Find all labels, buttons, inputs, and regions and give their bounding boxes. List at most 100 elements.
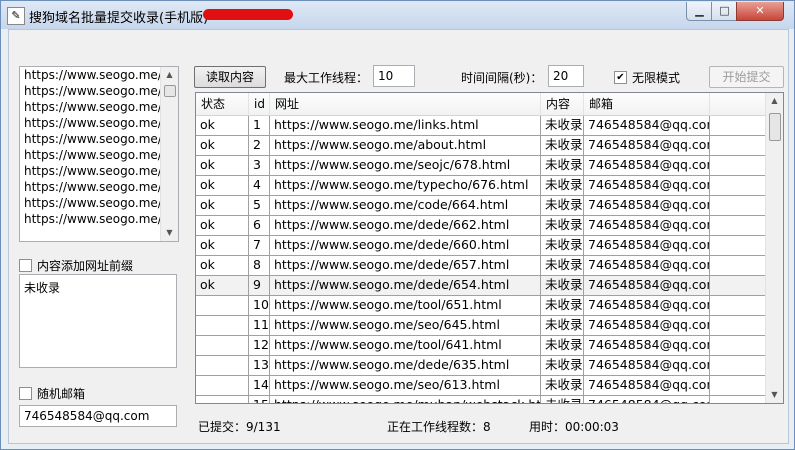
url-cell[interactable]: https://www.seogo.me/seo/613.html xyxy=(270,376,541,395)
email-cell[interactable]: 746548584@qq.com xyxy=(584,296,710,315)
email-cell[interactable]: 746548584@qq.com xyxy=(584,196,710,215)
status-cell[interactable]: ok xyxy=(196,156,249,175)
title-bar[interactable]: ✎ 搜狗域名批量提交收录(手机版) ▁ □ ✕ xyxy=(1,1,794,29)
id-cell[interactable]: 4 xyxy=(249,176,270,195)
email-cell[interactable]: 746548584@qq.com xyxy=(584,156,710,175)
scroll-down-icon[interactable]: ▼ xyxy=(766,387,783,403)
email-cell[interactable]: 746548584@qq.com xyxy=(584,276,710,295)
scroll-thumb[interactable] xyxy=(164,85,176,97)
email-cell[interactable]: 746548584@qq.com xyxy=(584,256,710,275)
id-cell[interactable]: 13 xyxy=(249,356,270,375)
app-icon[interactable]: ✎ xyxy=(7,7,25,25)
checkbox-icon[interactable]: ✔ xyxy=(614,71,627,84)
start-submit-button[interactable]: 开始提交 xyxy=(709,66,784,88)
content-cell[interactable]: 未收录 xyxy=(541,316,584,335)
email-cell[interactable]: 746548584@qq.com xyxy=(584,396,710,403)
url-cell[interactable]: https://www.seogo.me/dede/654.html xyxy=(270,276,541,295)
url-cell[interactable]: https://www.seogo.me/seo/645.html xyxy=(270,316,541,335)
column-header[interactable]: 内容 xyxy=(541,93,584,115)
content-cell[interactable]: 未收录 xyxy=(541,236,584,255)
email-cell[interactable]: 746548584@qq.com xyxy=(584,376,710,395)
status-cell[interactable]: ok xyxy=(196,256,249,275)
id-cell[interactable]: 10 xyxy=(249,296,270,315)
email-cell[interactable]: 746548584@qq.com xyxy=(584,236,710,255)
content-cell[interactable]: 未收录 xyxy=(541,196,584,215)
random-email-checkbox[interactable]: 随机邮箱 xyxy=(19,385,85,402)
interval-input[interactable]: 20 xyxy=(548,65,584,87)
status-cell[interactable] xyxy=(196,336,249,355)
table-row[interactable]: ok 8 https://www.seogo.me/dede/657.html 未收录… xyxy=(196,256,766,276)
column-header[interactable]: id xyxy=(249,93,270,115)
content-cell[interactable]: 未收录 xyxy=(541,216,584,235)
url-cell[interactable]: https://www.seogo.me/about.html xyxy=(270,136,541,155)
url-cell[interactable]: https://www.seogo.me/dede/635.html xyxy=(270,356,541,375)
email-cell[interactable]: 746548584@qq.com xyxy=(584,116,710,135)
url-cell[interactable]: https://www.seogo.me/dede/657.html xyxy=(270,256,541,275)
table-row[interactable]: ok 5 https://www.seogo.me/code/664.html 未收录… xyxy=(196,196,766,216)
content-cell[interactable]: 未收录 xyxy=(541,136,584,155)
url-cell[interactable]: https://www.seogo.me/tool/651.html xyxy=(270,296,541,315)
email-cell[interactable]: 746548584@qq.com xyxy=(584,216,710,235)
table-row[interactable]: ok 9 https://www.seogo.me/dede/654.html 未收录… xyxy=(196,276,766,296)
status-cell[interactable] xyxy=(196,316,249,335)
status-cell[interactable]: ok xyxy=(196,216,249,235)
content-cell[interactable]: 未收录 xyxy=(541,176,584,195)
table-row[interactable]: ok 1 https://www.seogo.me/links.html 未收录 746… xyxy=(196,116,766,136)
content-cell[interactable]: 未收录 xyxy=(541,156,584,175)
table-row[interactable]: 10 https://www.seogo.me/tool/651.html 未收录 7… xyxy=(196,296,766,316)
email-cell[interactable]: 746548584@qq.com xyxy=(584,176,710,195)
content-cell[interactable]: 未收录 xyxy=(541,336,584,355)
id-cell[interactable]: 1 xyxy=(249,116,270,135)
content-textarea[interactable]: 未收录 xyxy=(19,274,177,368)
max-threads-input[interactable]: 10 xyxy=(373,65,415,87)
content-cell[interactable]: 未收录 xyxy=(541,356,584,375)
maximize-button[interactable]: □ xyxy=(711,2,738,21)
email-field[interactable]: 746548584@qq.com xyxy=(19,405,177,427)
email-cell[interactable]: 746548584@qq.com xyxy=(584,336,710,355)
table-row[interactable]: ok 4 https://www.seogo.me/typecho/676.html… xyxy=(196,176,766,196)
table-row[interactable]: ok 6 https://www.seogo.me/dede/662.html 未收录… xyxy=(196,216,766,236)
results-table[interactable]: 状态 id 网址 内容 邮箱 ok 1 https://www.seogo.me/l… xyxy=(195,92,784,404)
content-cell[interactable]: 未收录 xyxy=(541,396,584,403)
read-content-button[interactable]: 读取内容 xyxy=(194,66,266,88)
email-cell[interactable]: 746548584@qq.com xyxy=(584,316,710,335)
checkbox-icon[interactable] xyxy=(19,387,32,400)
minimize-button[interactable]: ▁ xyxy=(686,2,713,21)
url-cell[interactable]: https://www.seogo.me/code/664.html xyxy=(270,196,541,215)
url-cell[interactable]: https://www.seogo.me/typecho/676.html xyxy=(270,176,541,195)
scroll-thumb[interactable] xyxy=(769,113,781,141)
table-row[interactable]: 13 https://www.seogo.me/dede/635.html 未收录 7… xyxy=(196,356,766,376)
status-cell[interactable]: ok xyxy=(196,236,249,255)
id-cell[interactable]: 14 xyxy=(249,376,270,395)
status-cell[interactable]: ok xyxy=(196,276,249,295)
table-row[interactable]: 15https://www.seogo.me/muban/webstack.ht… xyxy=(196,396,766,403)
id-cell[interactable]: 2 xyxy=(249,136,270,155)
table-row[interactable]: ok 7 https://www.seogo.me/dede/660.html 未收录… xyxy=(196,236,766,256)
status-cell[interactable]: ok xyxy=(196,176,249,195)
content-cell[interactable]: 未收录 xyxy=(541,276,584,295)
id-cell[interactable]: 12 xyxy=(249,336,270,355)
content-cell[interactable]: 未收录 xyxy=(541,296,584,315)
table-row[interactable]: ok 3 https://www.seogo.me/seojc/678.html 未收… xyxy=(196,156,766,176)
status-cell[interactable] xyxy=(196,296,249,315)
id-cell[interactable]: 15 xyxy=(249,396,270,403)
id-cell[interactable]: 5 xyxy=(249,196,270,215)
column-header[interactable]: 网址 xyxy=(270,93,541,115)
url-cell[interactable]: https://www.seogo.me/tool/641.html xyxy=(270,336,541,355)
content-cell[interactable]: 未收录 xyxy=(541,256,584,275)
scroll-down-icon[interactable]: ▼ xyxy=(161,225,178,241)
prefix-checkbox[interactable]: 内容添加网址前缀 xyxy=(19,257,133,274)
status-cell[interactable]: ok xyxy=(196,116,249,135)
id-cell[interactable]: 3 xyxy=(249,156,270,175)
url-cell[interactable]: https://www.seogo.me/dede/660.html xyxy=(270,236,541,255)
url-cell[interactable]: https://www.seogo.me/links.html xyxy=(270,116,541,135)
url-cell[interactable]: https://www.seogo.me/seojc/678.html xyxy=(270,156,541,175)
status-cell[interactable] xyxy=(196,356,249,375)
status-cell[interactable]: ok xyxy=(196,196,249,215)
column-header[interactable]: 状态 xyxy=(196,93,249,115)
email-cell[interactable]: 746548584@qq.com xyxy=(584,356,710,375)
close-button[interactable]: ✕ xyxy=(736,2,784,21)
url-list-scrollbar[interactable]: ▲ ▼ xyxy=(160,67,178,241)
unlimited-mode-checkbox[interactable]: ✔ 无限模式 xyxy=(614,69,680,86)
status-cell[interactable]: ok xyxy=(196,136,249,155)
